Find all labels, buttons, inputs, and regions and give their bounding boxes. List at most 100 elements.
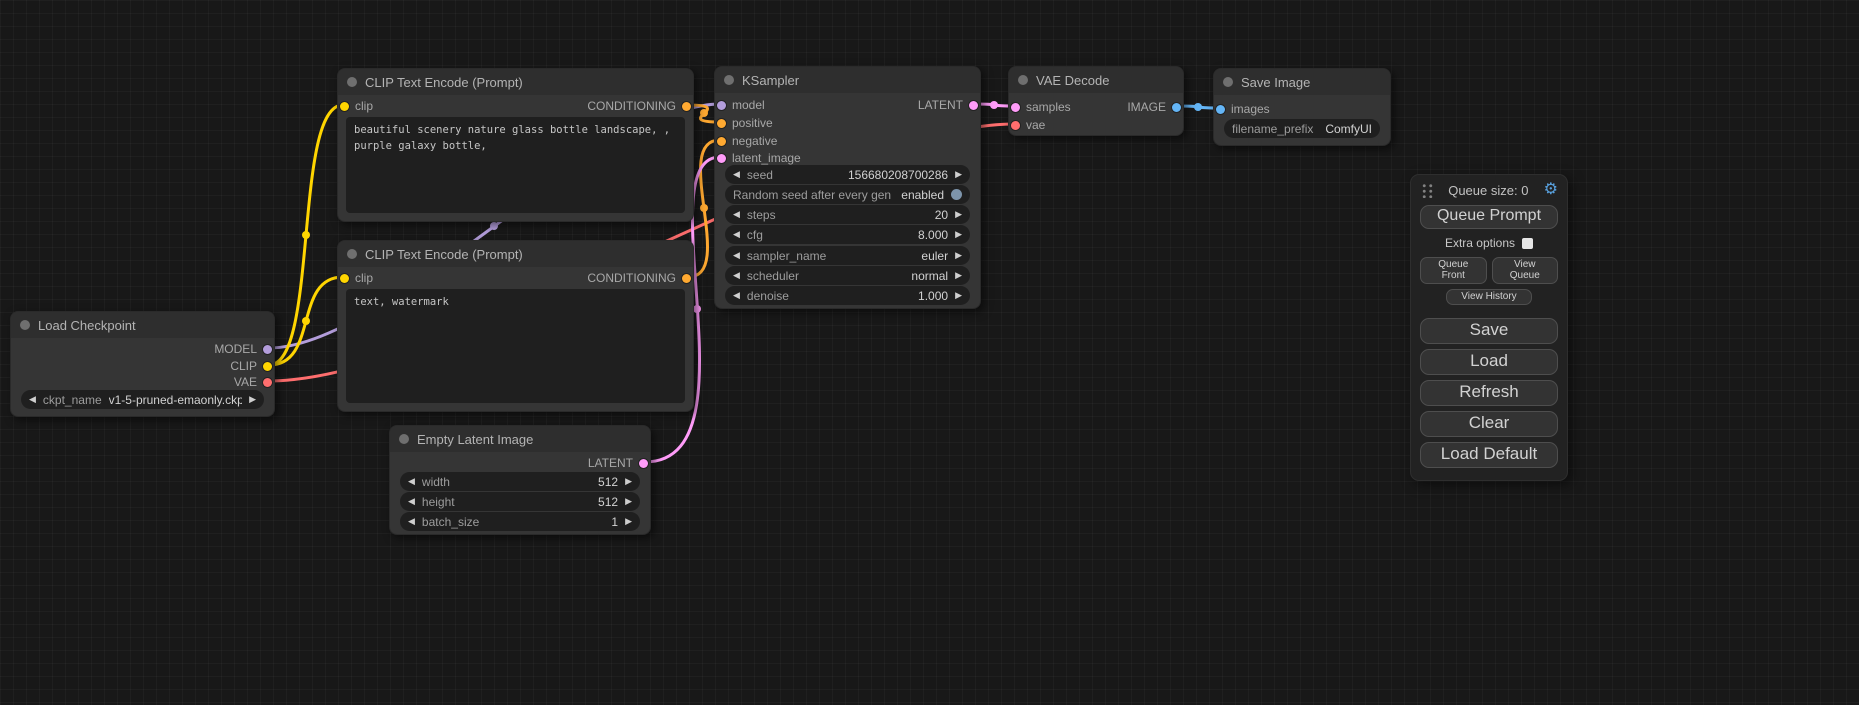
filename-prefix-widget[interactable]: filename_prefix ComfyUI bbox=[1224, 119, 1380, 138]
steps-widget[interactable]: ◀ steps 20 ▶ bbox=[725, 205, 970, 224]
clip-output-dot[interactable] bbox=[263, 362, 272, 371]
latent-output-dot[interactable] bbox=[969, 101, 978, 110]
extra-options-checkbox[interactable] bbox=[1522, 238, 1533, 249]
output-port-vae[interactable]: VAE bbox=[234, 375, 274, 389]
batch-size-widget[interactable]: ◀ batch_size 1 ▶ bbox=[400, 512, 640, 531]
input-port-samples[interactable]: samples bbox=[1009, 100, 1071, 114]
refresh-button[interactable]: Refresh bbox=[1420, 380, 1558, 406]
width-widget[interactable]: ◀ width 512 ▶ bbox=[400, 472, 640, 491]
cfg-widget[interactable]: ◀ cfg 8.000 ▶ bbox=[725, 225, 970, 244]
increment-arrow-icon[interactable]: ▶ bbox=[625, 477, 632, 486]
node-title-bar[interactable]: Empty Latent Image bbox=[390, 426, 650, 452]
random-seed-toggle-widget[interactable]: Random seed after every gen enabled bbox=[725, 185, 970, 204]
node-title-bar[interactable]: KSampler bbox=[715, 67, 980, 93]
increment-arrow-icon[interactable]: ▶ bbox=[249, 395, 256, 404]
increment-arrow-icon[interactable]: ▶ bbox=[625, 497, 632, 506]
input-port-clip[interactable]: clip bbox=[338, 271, 373, 285]
node-title-bar[interactable]: VAE Decode bbox=[1009, 67, 1183, 93]
latent-image-input-dot[interactable] bbox=[717, 154, 726, 163]
input-port-images[interactable]: images bbox=[1214, 102, 1270, 116]
extra-options-label: Extra options bbox=[1445, 236, 1515, 250]
denoise-widget[interactable]: ◀ denoise 1.000 ▶ bbox=[725, 286, 970, 305]
node-title-bar[interactable]: Save Image bbox=[1214, 69, 1390, 95]
samples-input-dot[interactable] bbox=[1011, 103, 1020, 112]
output-port-clip[interactable]: CLIP bbox=[230, 359, 274, 373]
vae-input-dot[interactable] bbox=[1011, 121, 1020, 130]
wire-midpoint-dot bbox=[1194, 103, 1202, 111]
output-port-model[interactable]: MODEL bbox=[214, 342, 274, 356]
increment-arrow-icon[interactable]: ▶ bbox=[625, 517, 632, 526]
toggle-on-icon[interactable] bbox=[951, 189, 962, 200]
sampler-name-widget[interactable]: ◀ sampler_name euler ▶ bbox=[725, 246, 970, 265]
model-output-dot[interactable] bbox=[263, 345, 272, 354]
widget-name: Random seed after every gen bbox=[733, 188, 891, 202]
node-title-bar[interactable]: Load Checkpoint bbox=[11, 312, 274, 338]
output-port-image[interactable]: IMAGE bbox=[1127, 100, 1183, 114]
input-port-latent-image[interactable]: latent_image bbox=[715, 151, 801, 165]
load-default-button[interactable]: Load Default bbox=[1420, 442, 1558, 468]
queue-front-button[interactable]: Queue Front bbox=[1420, 257, 1487, 284]
input-port-model[interactable]: model bbox=[715, 98, 765, 112]
view-queue-button[interactable]: View Queue bbox=[1492, 257, 1559, 284]
conditioning-output-dot[interactable] bbox=[682, 102, 691, 111]
images-input-dot[interactable] bbox=[1216, 105, 1225, 114]
node-title-bar[interactable]: CLIP Text Encode (Prompt) bbox=[338, 241, 693, 267]
vae-output-dot[interactable] bbox=[263, 378, 272, 387]
settings-gear-icon[interactable]: ⚙ bbox=[1544, 182, 1558, 198]
output-port-latent[interactable]: LATENT bbox=[588, 456, 650, 470]
node-title-bar[interactable]: CLIP Text Encode (Prompt) bbox=[338, 69, 693, 95]
view-history-button[interactable]: View History bbox=[1446, 289, 1531, 305]
negative-input-dot[interactable] bbox=[717, 137, 726, 146]
drag-handle-icon[interactable] bbox=[1420, 182, 1433, 198]
decrement-arrow-icon[interactable]: ◀ bbox=[733, 291, 740, 300]
input-port-vae[interactable]: vae bbox=[1009, 118, 1045, 132]
increment-arrow-icon[interactable]: ▶ bbox=[955, 230, 962, 239]
node-clip-text-encode-positive[interactable]: CLIP Text Encode (Prompt) clip CONDITION… bbox=[337, 68, 694, 222]
clip-input-dot[interactable] bbox=[340, 102, 349, 111]
clear-button[interactable]: Clear bbox=[1420, 411, 1558, 437]
increment-arrow-icon[interactable]: ▶ bbox=[955, 251, 962, 260]
positive-input-dot[interactable] bbox=[717, 119, 726, 128]
increment-arrow-icon[interactable]: ▶ bbox=[955, 170, 962, 179]
scheduler-widget[interactable]: ◀ scheduler normal ▶ bbox=[725, 266, 970, 285]
decrement-arrow-icon[interactable]: ◀ bbox=[408, 497, 415, 506]
output-port-conditioning[interactable]: CONDITIONING bbox=[587, 99, 693, 113]
input-port-negative[interactable]: negative bbox=[715, 134, 777, 148]
decrement-arrow-icon[interactable]: ◀ bbox=[733, 170, 740, 179]
graph-canvas[interactable]: Load Checkpoint MODEL CLIP VAE ◀ ckpt_na… bbox=[0, 0, 1859, 705]
load-button[interactable]: Load bbox=[1420, 349, 1558, 375]
save-button[interactable]: Save bbox=[1420, 318, 1558, 344]
decrement-arrow-icon[interactable]: ◀ bbox=[733, 271, 740, 280]
input-port-positive[interactable]: positive bbox=[715, 116, 773, 130]
node-vae-decode[interactable]: VAE Decode samples vae IMAGE bbox=[1008, 66, 1184, 136]
node-empty-latent-image[interactable]: Empty Latent Image LATENT ◀ width 512 ▶ … bbox=[389, 425, 651, 535]
image-output-dot[interactable] bbox=[1172, 103, 1181, 112]
decrement-arrow-icon[interactable]: ◀ bbox=[29, 395, 36, 404]
ckpt-name-widget[interactable]: ◀ ckpt_name v1-5-pruned-emaonly.ckpt ▶ bbox=[21, 390, 264, 409]
node-clip-text-encode-negative[interactable]: CLIP Text Encode (Prompt) clip CONDITION… bbox=[337, 240, 694, 412]
queue-prompt-button[interactable]: Queue Prompt bbox=[1420, 205, 1558, 229]
input-port-clip[interactable]: clip bbox=[338, 99, 373, 113]
node-save-image[interactable]: Save Image images filename_prefix ComfyU… bbox=[1213, 68, 1391, 146]
conditioning-output-dot[interactable] bbox=[682, 274, 691, 283]
widget-value: euler bbox=[833, 249, 948, 263]
node-ksampler[interactable]: KSampler model positive negative latent_… bbox=[714, 66, 981, 309]
decrement-arrow-icon[interactable]: ◀ bbox=[408, 477, 415, 486]
output-port-conditioning[interactable]: CONDITIONING bbox=[587, 271, 693, 285]
node-load-checkpoint[interactable]: Load Checkpoint MODEL CLIP VAE ◀ ckpt_na… bbox=[10, 311, 275, 417]
clip-input-dot[interactable] bbox=[340, 274, 349, 283]
decrement-arrow-icon[interactable]: ◀ bbox=[733, 210, 740, 219]
decrement-arrow-icon[interactable]: ◀ bbox=[733, 230, 740, 239]
output-port-latent[interactable]: LATENT bbox=[918, 98, 980, 112]
seed-widget[interactable]: ◀ seed 156680208700286 ▶ bbox=[725, 165, 970, 184]
prompt-textarea[interactable]: beautiful scenery nature glass bottle la… bbox=[346, 117, 685, 213]
decrement-arrow-icon[interactable]: ◀ bbox=[733, 251, 740, 260]
latent-output-dot[interactable] bbox=[639, 459, 648, 468]
decrement-arrow-icon[interactable]: ◀ bbox=[408, 517, 415, 526]
model-input-dot[interactable] bbox=[717, 101, 726, 110]
increment-arrow-icon[interactable]: ▶ bbox=[955, 271, 962, 280]
increment-arrow-icon[interactable]: ▶ bbox=[955, 210, 962, 219]
height-widget[interactable]: ◀ height 512 ▶ bbox=[400, 492, 640, 511]
prompt-textarea[interactable]: text, watermark bbox=[346, 289, 685, 403]
increment-arrow-icon[interactable]: ▶ bbox=[955, 291, 962, 300]
